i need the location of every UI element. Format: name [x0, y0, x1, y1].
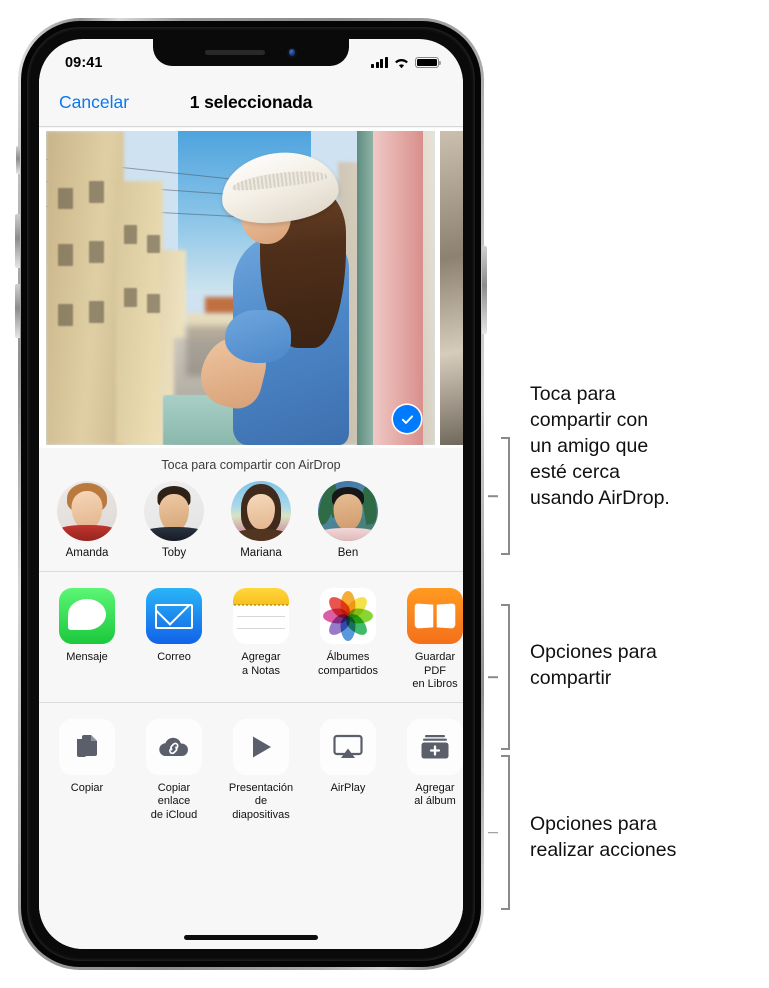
action-label: AirPlay — [330, 781, 366, 794]
avatar — [318, 481, 378, 541]
callout-action-options: Opciones para realizar acciones — [488, 755, 676, 910]
earpiece-speaker-icon — [205, 50, 265, 55]
silent-switch-button[interactable] — [16, 146, 20, 174]
navigation-bar: Cancelar 1 seleccionada — [39, 79, 463, 127]
callout-text: Opciones para realizar acciones — [530, 813, 677, 861]
airdrop-contact-label: Ben — [337, 547, 359, 559]
share-option-guardar-pdf-en-libros[interactable]: Guardar PDF en Libros — [403, 588, 463, 692]
add-to-album-icon — [407, 718, 463, 775]
share-option-label: Mensaje — [66, 651, 108, 663]
checkmark-icon — [401, 414, 413, 424]
share-option-agregar-a-notas[interactable]: Agregar a Notas — [229, 588, 293, 692]
notes-icon — [233, 588, 289, 644]
phone-screen: 09:41 Cancelar 1 seleccionada Toca para … — [39, 39, 463, 949]
copy-icon — [59, 718, 115, 775]
device-notch — [153, 39, 349, 66]
power-button[interactable] — [482, 246, 487, 334]
airdrop-contact-mariana[interactable]: Mariana — [229, 481, 293, 559]
airdrop-contact-list: Amanda Toby Mariana Ben — [39, 481, 463, 559]
airplay-icon — [320, 718, 376, 775]
share-option-label: Guardar PDF en Libros — [412, 651, 458, 690]
mail-icon — [146, 588, 202, 644]
action-airplay[interactable]: AirPlay — [316, 718, 380, 823]
airdrop-hint-label: Toca para compartir con AirDrop — [161, 458, 341, 472]
airdrop-contact-label: Mariana — [240, 547, 282, 559]
photo-selected-checkmark[interactable] — [393, 405, 421, 433]
airdrop-contact-ben[interactable]: Ben — [316, 481, 380, 559]
action-copiar-enlace-de-icloud[interactable]: Copiar enlace de iCloud — [142, 718, 206, 823]
photo-preview-strip[interactable] — [39, 128, 463, 448]
cancel-button[interactable]: Cancelar — [59, 92, 129, 113]
books-icon — [407, 588, 463, 644]
airdrop-contact-label: Toby — [161, 547, 187, 559]
icloud-link-icon — [146, 718, 202, 775]
avatar — [231, 481, 291, 541]
share-option-label: Agregar a Notas — [241, 651, 281, 677]
callout-text: Opciones para compartir — [530, 641, 657, 689]
battery-full-icon — [415, 56, 442, 69]
photos-icon — [320, 588, 376, 644]
adjacent-photo-thumbnail[interactable] — [440, 131, 463, 445]
share-option-albumes-compartidos[interactable]: Álbumes compartidos — [316, 588, 380, 692]
avatar — [144, 481, 204, 541]
play-icon — [233, 718, 289, 775]
front-camera-icon — [287, 47, 297, 58]
callout-airdrop: Toca para compartir con un amigo que est… — [488, 383, 670, 555]
action-presentacion-de-diapositivas[interactable]: Presentación de diapositivas — [228, 718, 294, 823]
callout-share-options: Opciones para compartir — [488, 604, 657, 750]
messages-icon — [59, 588, 115, 644]
wifi-icon — [395, 58, 408, 68]
share-options-row: Mensaje Correo Agregar a Notas Álbumes c… — [39, 572, 463, 702]
airdrop-contact-label: Amanda — [65, 547, 109, 559]
callout-text: Toca para compartir con un amigo que est… — [530, 383, 670, 509]
action-agregar-al-album[interactable]: Agregar al álbum — [403, 718, 463, 823]
callout-bracket — [488, 437, 510, 555]
avatar — [57, 481, 117, 541]
share-option-mensaje[interactable]: Mensaje — [55, 588, 119, 692]
action-label: Copiar enlace de iCloud — [150, 781, 198, 821]
airdrop-section: Toca para compartir con AirDrop Amanda T… — [39, 451, 463, 571]
action-options-row: Copiar Copiar enlace de iCloud Presentac… — [39, 703, 463, 833]
share-option-correo[interactable]: Correo — [142, 588, 206, 692]
callout-bracket — [488, 755, 510, 910]
photo-image — [46, 131, 435, 445]
home-indicator[interactable] — [184, 935, 318, 940]
action-label: Agregar al álbum — [414, 781, 456, 808]
status-time: 09:41 — [65, 54, 103, 71]
action-label: Presentación de diapositivas — [228, 781, 294, 821]
signal-bars-icon — [371, 57, 388, 68]
volume-up-button[interactable] — [15, 214, 20, 268]
share-option-label: Correo — [157, 651, 191, 663]
selected-photo-thumbnail[interactable] — [46, 131, 435, 445]
airdrop-contact-toby[interactable]: Toby — [142, 481, 206, 559]
iphone-device-frame: 09:41 Cancelar 1 seleccionada Toca para … — [15, 18, 487, 970]
callout-bracket — [488, 604, 510, 750]
status-indicators — [371, 56, 442, 69]
volume-down-button[interactable] — [15, 284, 20, 338]
action-copiar[interactable]: Copiar — [55, 718, 119, 823]
action-label: Copiar — [70, 781, 104, 794]
share-sheet: Toca para compartir con AirDrop Amanda T… — [39, 451, 463, 949]
share-option-label: Álbumes compartidos — [318, 651, 378, 677]
airdrop-contact-amanda[interactable]: Amanda — [55, 481, 119, 559]
